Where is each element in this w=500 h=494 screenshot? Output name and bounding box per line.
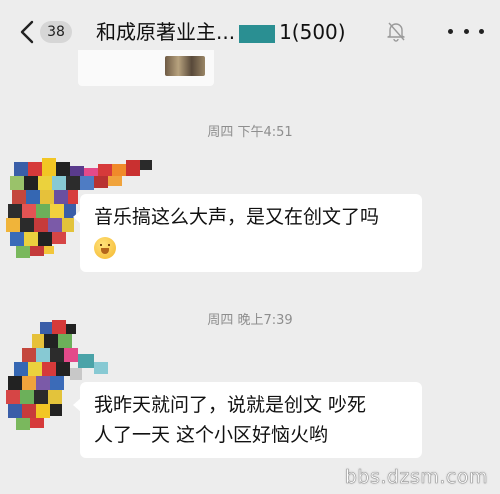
message-text-line: 我昨天就问了，说就是创文 吵死 (94, 394, 367, 416)
title-redaction (239, 24, 276, 43)
more-button[interactable] (448, 20, 484, 42)
bell-muted-icon (387, 22, 405, 42)
chat-title-name: 和成原著业主... (96, 20, 236, 44)
more-dot (463, 28, 469, 34)
pleading-face-emoji (94, 236, 116, 259)
previous-message-thumbnail[interactable] (165, 56, 205, 76)
more-dot (479, 28, 484, 34)
timestamp: 周四 下午4:51 (207, 125, 293, 140)
message-bubble[interactable]: 音乐搞这么大声，是又在创文了吗 (73, 194, 422, 272)
unread-badge[interactable]: 38 (40, 21, 72, 43)
message-text: 音乐搞这么大声，是又在创文了吗 (94, 206, 380, 228)
chevron-left-icon (20, 20, 34, 44)
chat-title: 和成原著业主... 1(500) (96, 18, 376, 46)
message-bubble[interactable]: 我昨天就问了，说就是创文 吵死 人了一天 这个小区好恼火哟 (73, 382, 422, 458)
watermark: bbs.dzsm.com (344, 466, 488, 489)
more-dot (448, 28, 453, 34)
chat-header: 38 和成原著业主... 1(500) (0, 0, 500, 62)
back-button[interactable] (14, 18, 40, 46)
emoji-row (94, 232, 408, 262)
member-count: 1(500) (279, 20, 346, 44)
message-text-line: 人了一天 这个小区好恼火哟 (94, 424, 329, 446)
